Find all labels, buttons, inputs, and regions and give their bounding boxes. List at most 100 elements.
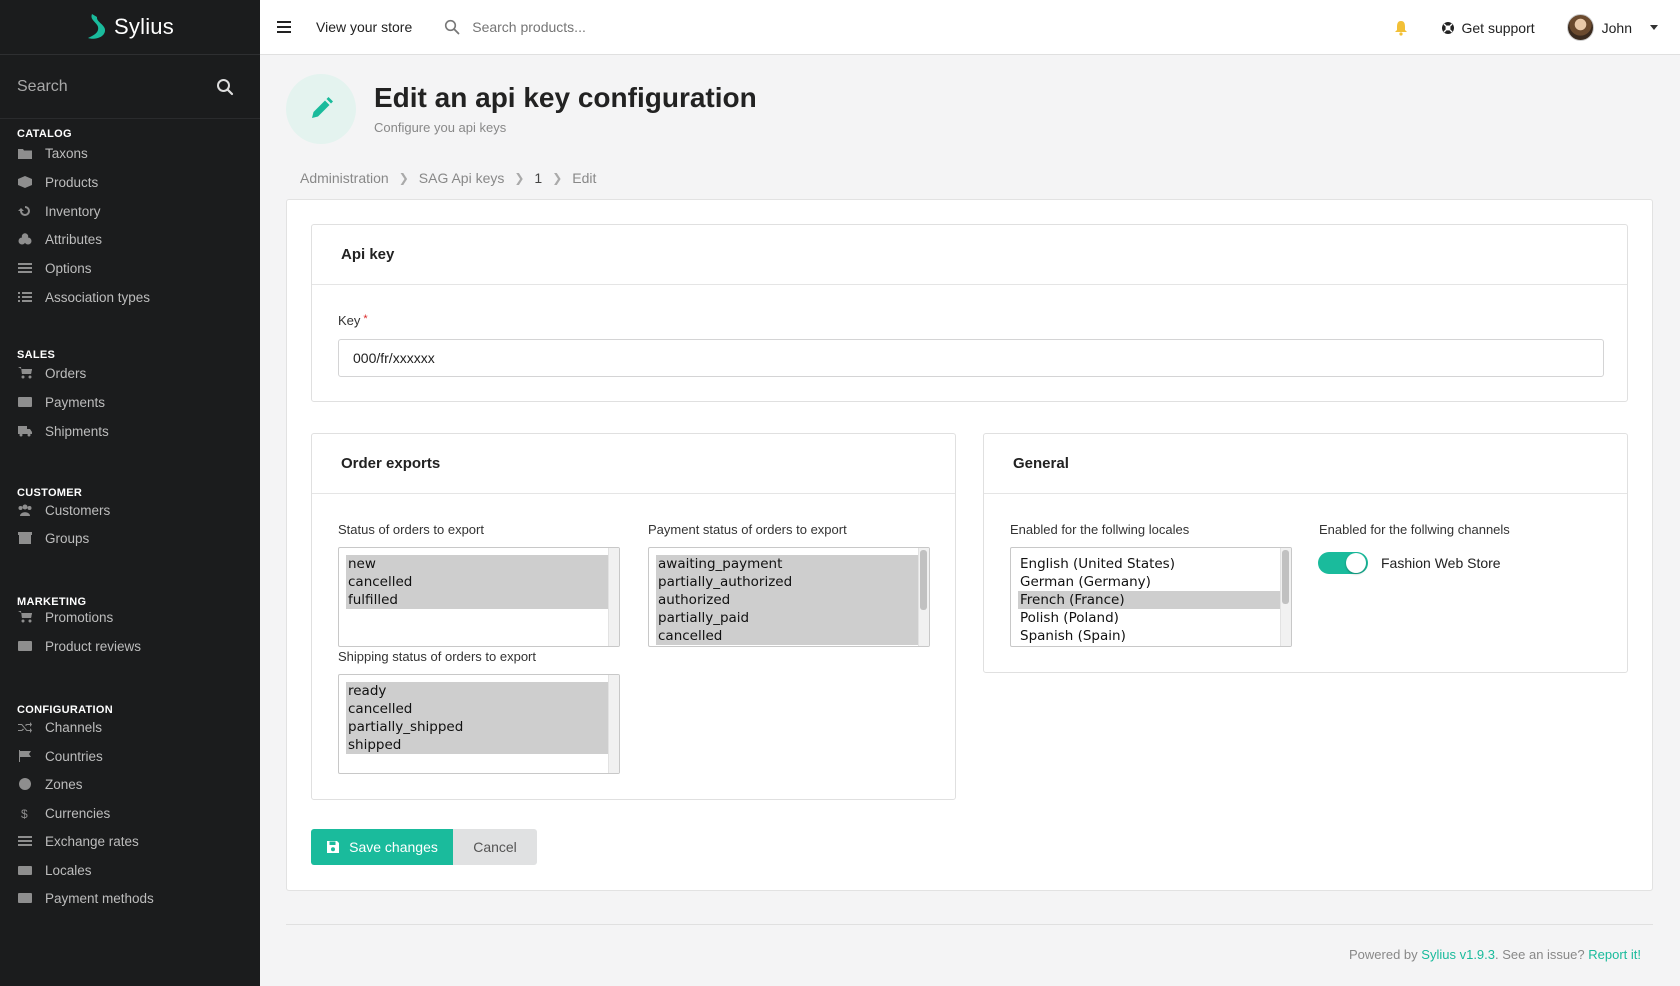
sidebar-item-payments[interactable]: Payments [0, 387, 260, 417]
sidebar-item-orders[interactable]: Orders [0, 358, 260, 388]
breadcrumb-item-id[interactable]: 1 [534, 170, 542, 186]
select-option[interactable]: cancelled [656, 627, 929, 645]
chevron-right-icon: ❯ [552, 171, 563, 185]
sidebar-item-label: Taxons [45, 145, 88, 161]
support-icon [1442, 21, 1455, 34]
select-option[interactable]: shipped [346, 736, 619, 754]
select-option[interactable]: cancelled [346, 700, 619, 718]
sidebar-item-channels[interactable]: Channels [0, 712, 260, 742]
scrollbar[interactable] [1280, 548, 1291, 646]
scrollbar[interactable] [918, 548, 929, 646]
select-option[interactable]: German (Germany) [1018, 573, 1291, 591]
chevron-down-icon [1650, 25, 1658, 30]
required-asterisk: * [363, 313, 368, 325]
sidebar-item-shipments[interactable]: Shipments [0, 416, 260, 446]
select-option[interactable]: partially_authorized [656, 573, 929, 591]
sidebar-item-label: Payments [45, 394, 106, 410]
sidebar-item-options[interactable]: Options [0, 253, 260, 283]
sidebar-item-label: Locales [45, 862, 92, 878]
sidebar-item-label: Product reviews [45, 638, 142, 654]
payment-status-label: Payment status of orders to export [648, 522, 847, 537]
zones-icon [18, 778, 32, 790]
footer-divider [286, 924, 1653, 925]
select-option[interactable]: French (France) [1018, 591, 1291, 609]
product-search[interactable] [444, 19, 773, 35]
shipping-status-multiselect[interactable]: ready cancelled partially_shipped shipped [338, 674, 620, 774]
sidebar-item-payment-methods[interactable]: Payment methods [0, 883, 260, 913]
sylius-version-link[interactable]: Sylius v1.9.3 [1421, 947, 1495, 962]
locales-multiselect[interactable]: English (United States) German (Germany) F… [1010, 547, 1292, 647]
sidebar-item-products[interactable]: Products [0, 167, 260, 197]
product-reviews-icon [18, 640, 32, 652]
view-store-link[interactable]: View your store [316, 19, 412, 35]
footer: Powered by Sylius v1.9.3. See an issue? … [1349, 947, 1641, 962]
brand-name: Sylius [114, 14, 174, 39]
promotions-icon [18, 611, 32, 623]
product-search-input[interactable] [472, 19, 773, 35]
channel-toggle[interactable] [1318, 552, 1368, 574]
association-types-icon [18, 291, 32, 303]
select-option[interactable]: English (United States) [1018, 555, 1291, 573]
inventory-icon [18, 205, 32, 217]
scrollbar[interactable] [608, 548, 619, 646]
payments-icon [18, 396, 32, 408]
status-multiselect[interactable]: new cancelled fulfilled [338, 547, 620, 647]
select-option[interactable]: awaiting_payment [656, 555, 929, 573]
cancel-button[interactable]: Cancel [453, 829, 537, 865]
breadcrumb: Administration ❯ SAG Api keys ❯ 1 ❯ Edit [300, 170, 596, 186]
search-icon[interactable] [216, 78, 234, 96]
sidebar-item-taxons[interactable]: Taxons [0, 138, 260, 168]
sidebar-item-inventory[interactable]: Inventory [0, 196, 260, 226]
customers-icon [18, 504, 32, 516]
pencil-icon [286, 74, 356, 144]
save-button[interactable]: Save changes [311, 829, 453, 865]
sidebar-item-label: Channels [45, 719, 103, 735]
sidebar-search[interactable]: Search [0, 55, 260, 119]
sidebar-item-groups[interactable]: Groups [0, 523, 260, 553]
select-option[interactable]: authorized [656, 591, 929, 609]
sidebar-item-association-types[interactable]: Association types [0, 282, 260, 312]
scrollbar-thumb[interactable] [920, 550, 927, 610]
sidebar-item-attributes[interactable]: Attributes [0, 224, 260, 254]
select-option[interactable]: new [346, 555, 619, 573]
key-input[interactable] [338, 339, 1604, 377]
sidebar-item-countries[interactable]: Countries [0, 741, 260, 771]
menu-toggle-icon[interactable] [277, 21, 291, 33]
scrollbar-thumb[interactable] [1282, 550, 1289, 604]
select-option[interactable]: ready [346, 682, 619, 700]
sidebar-item-currencies[interactable]: $ Currencies [0, 798, 260, 828]
breadcrumb-administration[interactable]: Administration [300, 170, 389, 186]
sidebar-item-zones[interactable]: Zones [0, 769, 260, 799]
brand[interactable]: Sylius [0, 0, 260, 55]
report-issue-link[interactable]: Report it! [1588, 947, 1641, 962]
sidebar-item-product-reviews[interactable]: Product reviews [0, 631, 260, 661]
breadcrumb-edit: Edit [572, 170, 597, 186]
sidebar-item-label: Promotions [45, 609, 114, 625]
select-option[interactable]: partially_paid [656, 609, 929, 627]
user-menu[interactable]: John [1566, 14, 1658, 41]
breadcrumb-api-keys[interactable]: SAG Api keys [419, 170, 505, 186]
sidebar: Sylius Search CATALOG Taxons Products Inven… [0, 0, 260, 986]
countries-icon [18, 750, 32, 762]
sidebar-item-customers[interactable]: Customers [0, 495, 260, 525]
select-option[interactable]: fulfilled [346, 591, 619, 609]
page-title: Edit an api key configuration [374, 82, 757, 113]
sidebar-item-exchange-rates[interactable]: Exchange rates [0, 826, 260, 856]
scrollbar[interactable] [608, 675, 619, 773]
select-option[interactable]: Spanish (Spain) [1018, 627, 1291, 645]
sidebar-item-label: Currencies [45, 805, 111, 821]
chevron-right-icon: ❯ [398, 171, 409, 185]
channels-label: Enabled for the follwing channels [1319, 522, 1510, 537]
payment-status-multiselect[interactable]: awaiting_payment partially_authorized auth… [648, 547, 930, 647]
shipments-icon [18, 425, 32, 437]
select-option[interactable]: Polish (Poland) [1018, 609, 1291, 627]
bell-icon[interactable] [1394, 20, 1408, 36]
select-option[interactable]: cancelled [346, 573, 619, 591]
sidebar-item-promotions[interactable]: Promotions [0, 602, 260, 632]
save-icon [327, 841, 340, 853]
topbar-right: Get support John [1394, 0, 1680, 55]
select-option[interactable]: partially_shipped [346, 718, 619, 736]
sidebar-item-locales[interactable]: Locales [0, 855, 260, 885]
taxons-icon [18, 147, 32, 159]
get-support-link[interactable]: Get support [1441, 20, 1535, 36]
